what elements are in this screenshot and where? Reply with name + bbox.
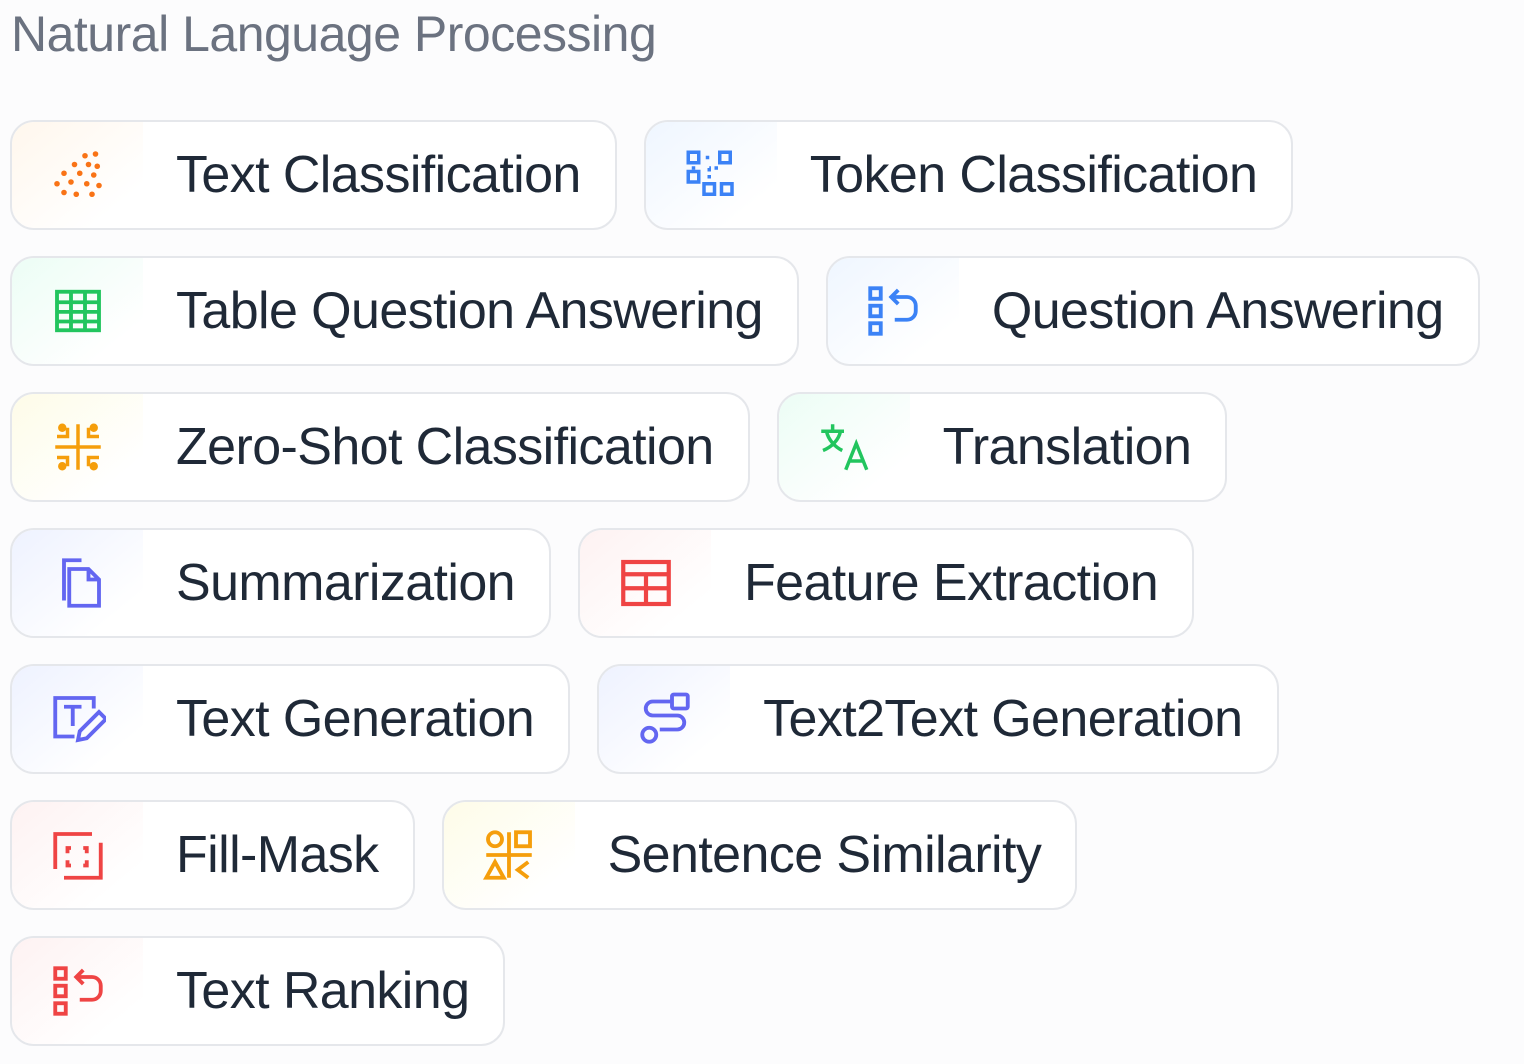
table-icon — [12, 258, 143, 364]
task-label: Feature Extraction — [744, 554, 1159, 612]
text-generation-icon — [12, 666, 143, 772]
task-label: Text Classification — [176, 146, 581, 204]
task-label: Text2Text Generation — [763, 690, 1243, 748]
token-classification-icon — [645, 122, 777, 228]
task-text-generation[interactable]: Text Generation — [10, 664, 571, 774]
summarization-icon — [12, 530, 143, 636]
question-answering-icon — [827, 258, 959, 364]
task-text-classification[interactable]: Text Classification — [10, 120, 617, 230]
task-question-answering[interactable]: Question Answering — [825, 256, 1480, 366]
task-list: Text Classification Token Classification — [10, 120, 1520, 1064]
text-ranking-icon — [12, 938, 143, 1044]
task-text2text-generation[interactable]: Text2Text Generation — [597, 664, 1279, 774]
task-translation[interactable]: Translation — [776, 392, 1228, 502]
feature-extraction-icon — [580, 530, 711, 636]
task-token-classification[interactable]: Token Classification — [643, 120, 1294, 230]
text2text-icon — [599, 666, 731, 772]
task-label: Summarization — [176, 554, 516, 612]
task-label: Text Ranking — [176, 962, 470, 1020]
task-row: Text Classification Token Classification — [10, 120, 1520, 230]
section-title: Natural Language Processing — [11, 6, 657, 62]
task-label: Question Answering — [991, 282, 1444, 340]
task-feature-extraction[interactable]: Feature Extraction — [578, 528, 1195, 638]
task-label: Fill-Mask — [176, 826, 379, 884]
task-summarization[interactable]: Summarization — [10, 528, 551, 638]
task-text-ranking[interactable]: Text Ranking — [10, 936, 506, 1046]
task-label: Table Question Answering — [176, 282, 763, 340]
zero-shot-icon — [12, 394, 143, 500]
task-label: Zero-Shot Classification — [176, 418, 714, 476]
task-row: Zero-Shot Classification Translation — [10, 392, 1520, 502]
task-row: Fill-Mask Sentence Similarity — [10, 800, 1520, 910]
translation-icon — [778, 394, 910, 500]
task-label: Sentence Similarity — [607, 826, 1042, 884]
sentence-similarity-icon — [443, 802, 575, 908]
task-table-question-answering[interactable]: Table Question Answering — [10, 256, 799, 366]
task-row: Summarization Feature Extraction — [10, 528, 1520, 638]
task-zero-shot-classification[interactable]: Zero-Shot Classification — [10, 392, 750, 502]
task-sentence-similarity[interactable]: Sentence Similarity — [441, 800, 1078, 910]
task-label: Translation — [942, 418, 1192, 476]
task-row: Text Ranking — [10, 936, 1520, 1046]
task-label: Text Generation — [176, 690, 535, 748]
task-fill-mask[interactable]: Fill-Mask — [10, 800, 415, 910]
fill-mask-icon — [12, 802, 143, 908]
task-row: Table Question Answering Question Answer… — [10, 256, 1520, 366]
task-row: Text Generation Text2Text Generation — [10, 664, 1520, 774]
text-classification-icon — [12, 122, 143, 228]
task-label: Token Classification — [809, 146, 1258, 204]
